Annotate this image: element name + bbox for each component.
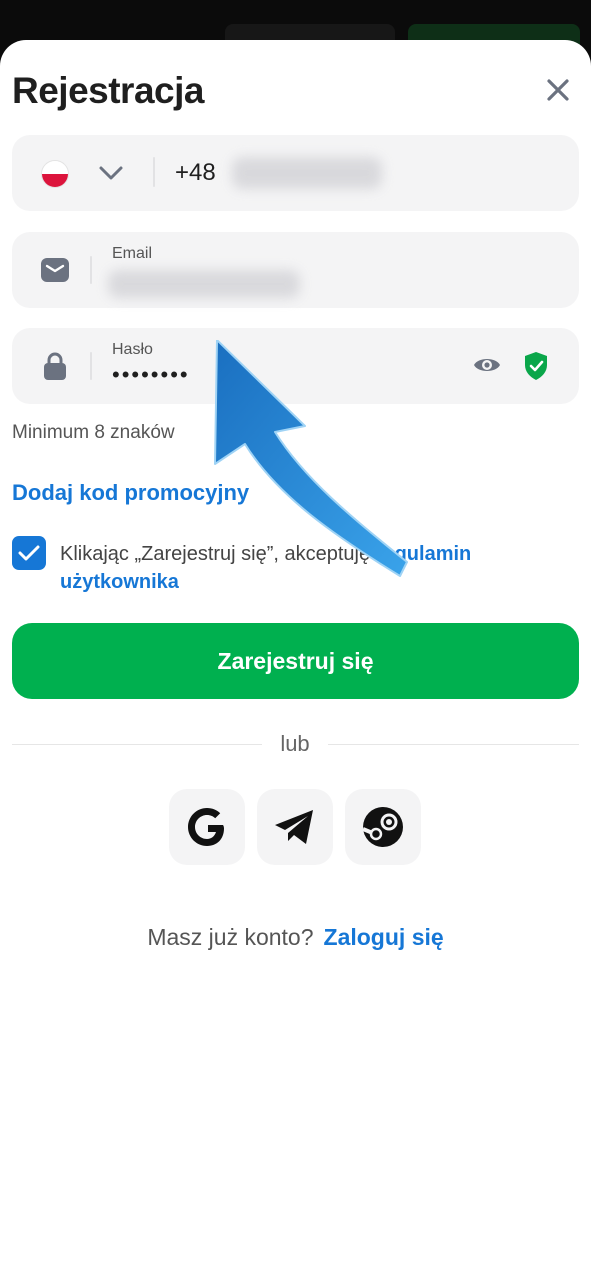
password-value[interactable]: •••••••• — [112, 362, 190, 388]
registration-sheet: Rejestracja +48 Email Hasło •••••••• Min… — [0, 40, 591, 1280]
terms-label: Klikając „Zarejestruj się”, akceptuję — [60, 543, 376, 565]
steam-login-button[interactable] — [345, 789, 421, 865]
password-field[interactable]: Hasło •••••••• — [12, 328, 579, 404]
password-label: Hasło — [112, 341, 153, 358]
eye-icon[interactable] — [472, 353, 502, 377]
google-icon — [188, 808, 224, 846]
login-prompt-row: Masz już konto? Zaloguj się — [0, 924, 591, 951]
promo-code-link[interactable]: Dodaj kod promocyjny — [12, 480, 249, 506]
email-field[interactable]: Email — [12, 232, 579, 308]
phone-prefix: +48 — [175, 159, 216, 186]
lock-icon — [40, 351, 70, 381]
divider — [153, 157, 155, 187]
terms-text: Klikając „Zarejestruj się”, akceptuję re… — [60, 540, 570, 596]
register-button[interactable]: Zarejestruj się — [12, 623, 579, 699]
shield-check-icon — [525, 352, 547, 380]
chevron-down-icon[interactable] — [98, 161, 124, 185]
phone-number-blurred[interactable] — [232, 157, 382, 189]
or-label: lub — [280, 731, 310, 756]
telegram-login-button[interactable] — [257, 789, 333, 865]
terms-checkbox[interactable] — [12, 536, 46, 570]
divider — [328, 744, 579, 745]
phone-field[interactable]: +48 — [12, 135, 579, 211]
poland-flag-icon[interactable] — [41, 160, 69, 188]
telegram-icon — [275, 810, 313, 844]
close-button[interactable] — [540, 72, 576, 108]
divider — [90, 352, 92, 380]
check-icon — [18, 545, 40, 561]
password-hint: Minimum 8 znaków — [12, 422, 175, 443]
login-link[interactable]: Zaloguj się — [324, 924, 444, 950]
divider — [12, 744, 262, 745]
login-prompt: Masz już konto? — [147, 924, 314, 950]
steam-icon — [362, 807, 403, 847]
close-icon — [547, 79, 569, 101]
google-login-button[interactable] — [169, 789, 245, 865]
mail-icon — [40, 255, 70, 285]
page-title: Rejestracja — [12, 70, 204, 111]
divider — [90, 256, 92, 284]
email-label: Email — [112, 245, 153, 262]
email-value-blurred[interactable] — [108, 270, 300, 298]
